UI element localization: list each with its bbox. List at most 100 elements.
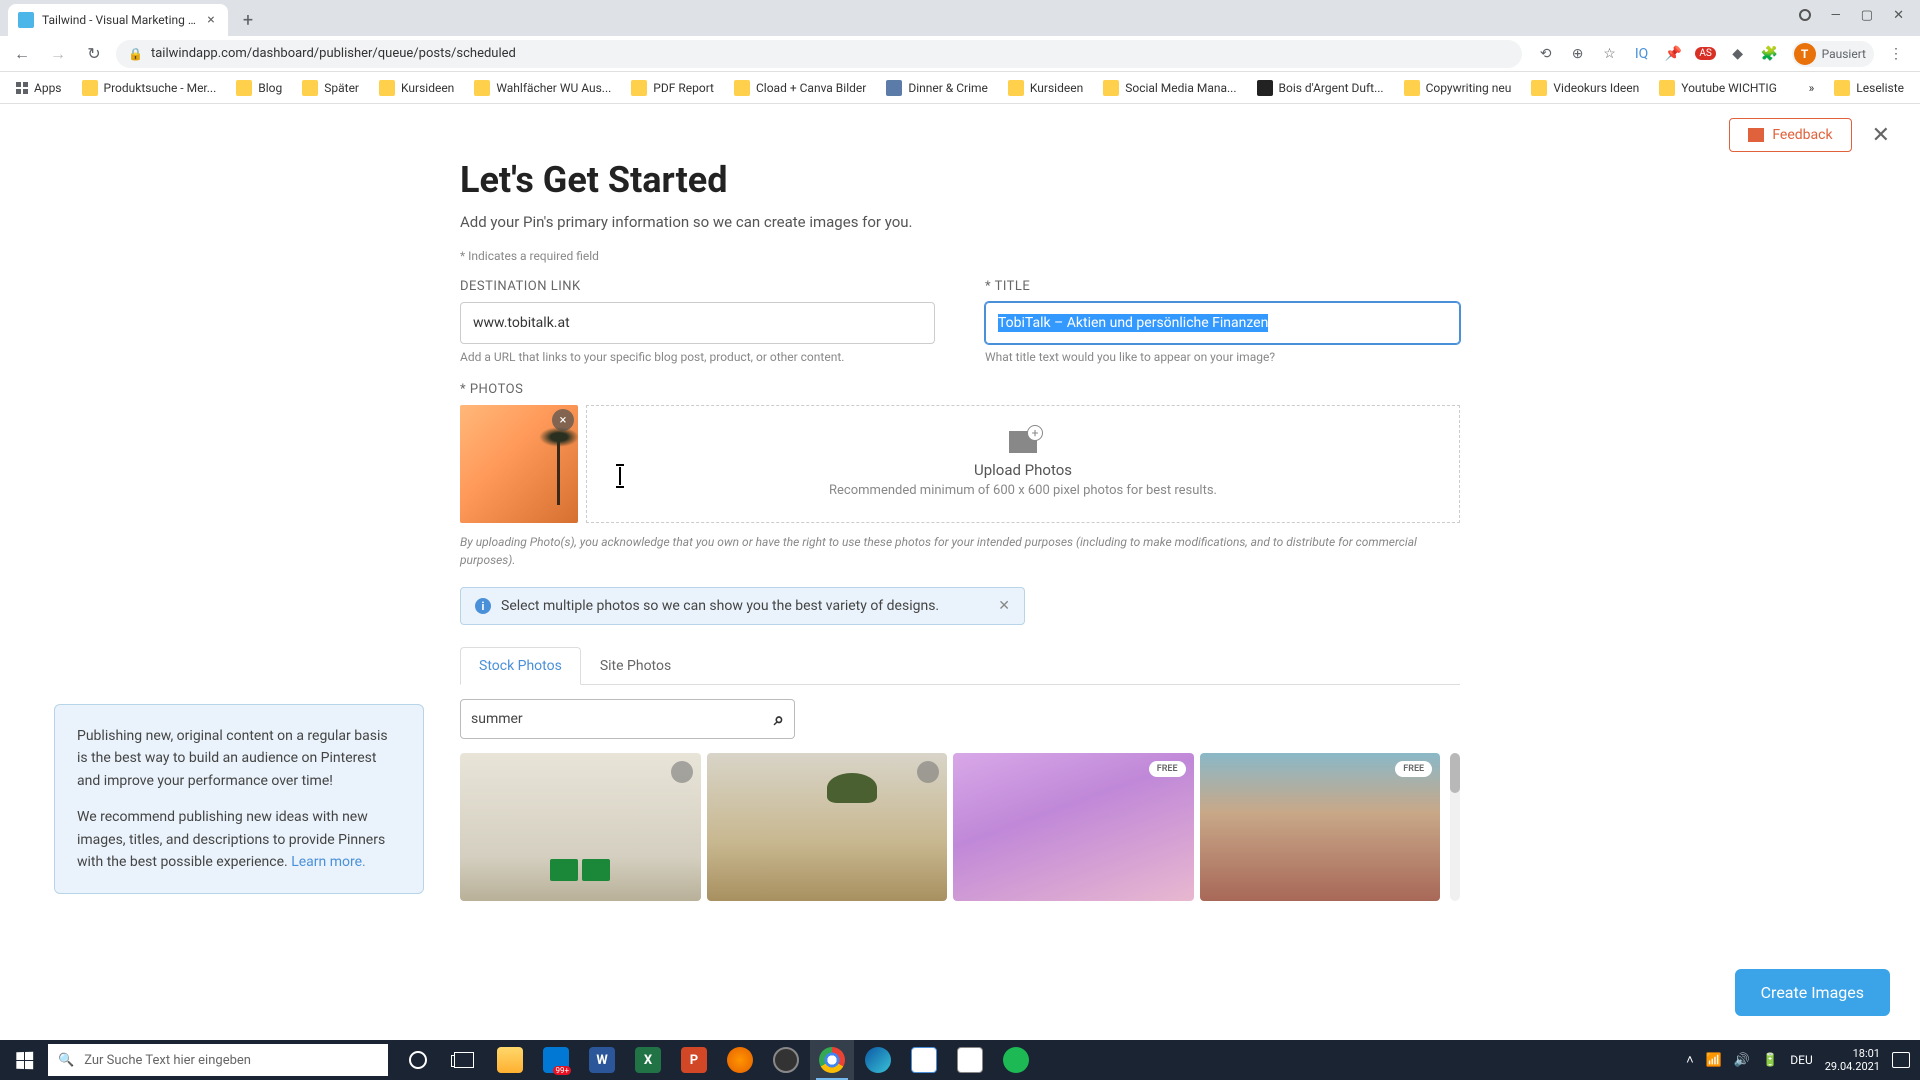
banner-close-icon[interactable]: ✕ (998, 598, 1010, 614)
taskbar-search[interactable]: 🔍 Zur Suche Text hier eingeben (48, 1044, 388, 1076)
extensions-puzzle-icon[interactable]: 🧩 (1760, 44, 1780, 64)
required-note: * Indicates a required field (460, 249, 1460, 263)
tray-language[interactable]: DEU (1790, 1053, 1812, 1067)
extension-misc-icon[interactable]: ◆ (1728, 44, 1748, 64)
tab-site-photos[interactable]: Site Photos (581, 647, 690, 684)
system-tray: ˄ 📶 🔊 🔋 DEU 18:01 29.04.2021 (1676, 1047, 1920, 1073)
bookmark-item[interactable]: Später (294, 76, 367, 100)
minimize-icon[interactable]: — (1831, 8, 1841, 23)
translate-icon[interactable]: ⟲ (1536, 44, 1556, 64)
bookmark-item[interactable]: Kursideen (371, 76, 462, 100)
tray-chevron-icon[interactable]: ˄ (1686, 1052, 1694, 1068)
url-text: tailwindapp.com/dashboard/publisher/queu… (151, 46, 516, 61)
back-button[interactable]: ← (8, 40, 36, 68)
taskbar-app-edge[interactable] (856, 1040, 900, 1080)
task-view-icon[interactable] (442, 1040, 486, 1080)
create-images-button[interactable]: Create Images (1735, 969, 1890, 1016)
taskbar-app-explorer[interactable] (488, 1040, 532, 1080)
zoom-icon[interactable]: ⊕ (1568, 44, 1588, 64)
search-placeholder: Zur Suche Text hier eingeben (84, 1053, 251, 1068)
tray-volume-icon[interactable]: 🔊 (1734, 1053, 1750, 1068)
taskbar-app-notepad[interactable] (902, 1040, 946, 1080)
chrome-menu-icon[interactable]: ⋮ (1886, 44, 1906, 64)
extension-pin-icon[interactable]: 📌 (1664, 44, 1684, 64)
page-content: Feedback ✕ Let's Get Started Add your Pi… (0, 104, 1920, 1080)
uploaded-photo-thumbnail[interactable]: × (460, 405, 578, 523)
bookmark-item[interactable]: Youtube WICHTIG (1651, 76, 1785, 100)
profile-avatar: T (1794, 43, 1816, 65)
taskbar-app-firefox[interactable] (718, 1040, 762, 1080)
bookmark-item[interactable]: Produktsuche - Mer... (74, 76, 225, 100)
bookmark-item[interactable]: Kursideen (1000, 76, 1091, 100)
url-field[interactable]: 🔒 tailwindapp.com/dashboard/publisher/qu… (116, 40, 1522, 68)
remove-photo-icon[interactable]: × (552, 409, 574, 431)
reload-button[interactable]: ↻ (80, 40, 108, 68)
bookmark-item[interactable]: Bois d'Argent Duft... (1249, 76, 1392, 100)
feedback-button[interactable]: Feedback (1729, 118, 1851, 152)
feedback-icon (1748, 128, 1764, 142)
taskbar-app-mail[interactable]: 99+ (534, 1040, 578, 1080)
upload-photos-zone[interactable]: Upload Photos Recommended minimum of 600… (586, 405, 1460, 523)
tray-network-icon[interactable]: 📶 (1706, 1053, 1722, 1068)
learn-more-link[interactable]: Learn more. (291, 854, 366, 870)
photo-disclaimer: By uploading Photo(s), you acknowledge t… (460, 533, 1460, 569)
bookmark-item[interactable]: Social Media Mana... (1095, 76, 1244, 100)
profile-button[interactable]: T Pausiert (1792, 41, 1874, 67)
stock-photo-item[interactable]: FREE (1200, 753, 1441, 901)
stock-photo-item[interactable] (460, 753, 701, 901)
scrollbar-thumb[interactable] (1450, 753, 1460, 793)
tray-battery-icon[interactable]: 🔋 (1762, 1053, 1778, 1068)
close-modal-icon[interactable]: ✕ (1872, 123, 1890, 148)
search-icon[interactable]: ⌕ (774, 709, 784, 730)
taskbar-app-wordpad[interactable] (948, 1040, 992, 1080)
taskbar-app-powerpoint[interactable]: P (672, 1040, 716, 1080)
notification-center-icon[interactable] (1892, 1052, 1910, 1068)
stock-scrollbar[interactable] (1450, 753, 1460, 901)
select-badge-icon[interactable] (671, 761, 693, 783)
bookmark-item[interactable]: Videokurs Ideen (1523, 76, 1647, 100)
publishing-tip-card: Publishing new, original content on a re… (54, 704, 424, 894)
upload-hint: Recommended minimum of 600 x 600 pixel p… (829, 483, 1217, 498)
stock-photo-item[interactable] (707, 753, 948, 901)
start-button[interactable] (0, 1040, 48, 1080)
bookmark-apps[interactable]: Apps (8, 77, 70, 99)
title-selected-text: TobiTalk – Aktien und persönliche Finanz… (998, 314, 1268, 332)
new-tab-button[interactable]: + (234, 6, 262, 34)
taskbar-app-obs[interactable] (764, 1040, 808, 1080)
stock-photo-item[interactable]: FREE (953, 753, 1194, 901)
maximize-icon[interactable]: ▢ (1861, 8, 1873, 23)
stock-search-input[interactable] (471, 711, 774, 727)
close-window-icon[interactable]: ✕ (1893, 8, 1904, 23)
stock-search-box[interactable]: ⌕ (460, 699, 795, 739)
extension-adblock-icon[interactable]: AS (1696, 44, 1716, 64)
destination-link-input[interactable] (460, 302, 935, 344)
bookmark-item[interactable]: Dinner & Crime (878, 76, 996, 100)
extension-icon[interactable]: IQ (1632, 44, 1652, 64)
bookmark-star-icon[interactable]: ☆ (1600, 44, 1620, 64)
account-indicator[interactable] (1799, 9, 1811, 21)
cortana-icon[interactable] (396, 1040, 440, 1080)
tab-close-icon[interactable]: × (204, 13, 218, 27)
browser-tab[interactable]: Tailwind - Visual Marketing Suite × (8, 4, 228, 36)
bookmark-item[interactable]: Cload + Canva Bilder (726, 76, 874, 100)
forward-button[interactable]: → (44, 40, 72, 68)
bookmark-overflow[interactable]: » (1801, 77, 1823, 99)
title-input[interactable]: TobiTalk – Aktien und persönliche Finanz… (985, 302, 1460, 344)
taskbar-app-spotify[interactable] (994, 1040, 1038, 1080)
bookmark-item[interactable]: Blog (228, 76, 290, 100)
photo-source-tabs: Stock Photos Site Photos (460, 647, 1460, 685)
taskbar-app-word[interactable]: W (580, 1040, 624, 1080)
tab-stock-photos[interactable]: Stock Photos (460, 647, 581, 685)
select-badge-icon[interactable] (917, 761, 939, 783)
taskbar-app-chrome[interactable] (810, 1040, 854, 1080)
bookmark-item[interactable]: PDF Report (623, 76, 722, 100)
taskbar-app-excel[interactable]: X (626, 1040, 670, 1080)
text-cursor-icon (619, 467, 621, 485)
bookmark-item[interactable]: Copywriting neu (1396, 76, 1520, 100)
title-label: * TITLE (985, 279, 1460, 294)
page-subtitle: Add your Pin's primary information so we… (460, 213, 1460, 231)
tab-title: Tailwind - Visual Marketing Suite (42, 13, 198, 27)
bookmark-item[interactable]: Wahlfächer WU Aus... (466, 76, 619, 100)
tray-clock[interactable]: 18:01 29.04.2021 (1825, 1047, 1880, 1073)
bookmark-readinglist[interactable]: Leseliste (1826, 76, 1912, 100)
